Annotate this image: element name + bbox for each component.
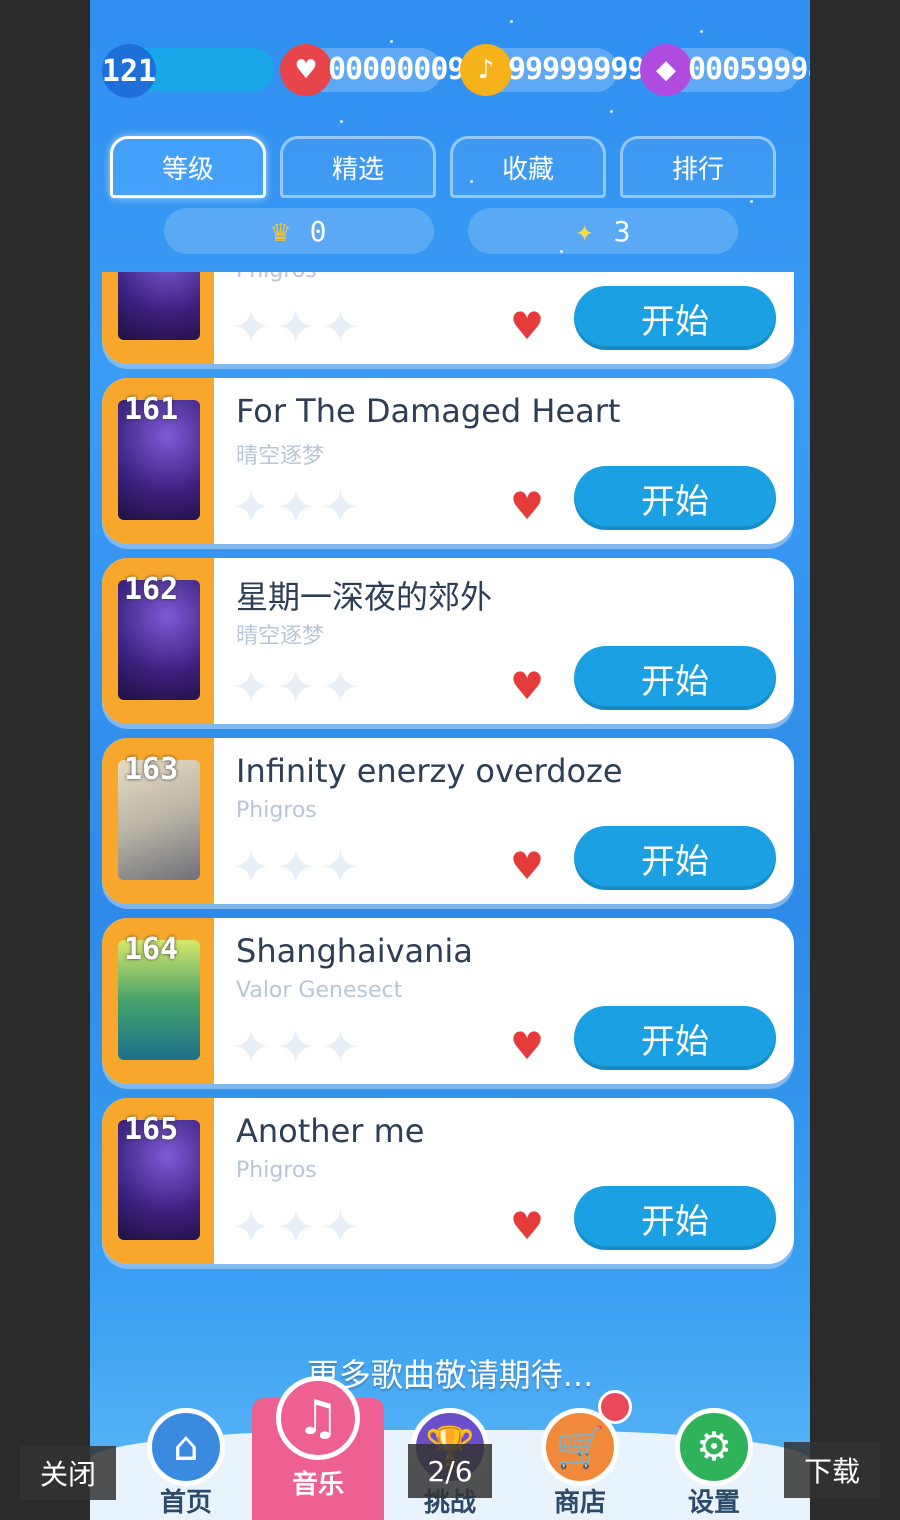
favorite-heart-icon[interactable]: ♥ [510,1024,544,1068]
song-card: Phigros ✦✦✦ ♥ 开始 [102,272,794,364]
song-artist: Valor Genesect [236,978,403,1003]
hearts-counter[interactable]: ♥ 00000009 [280,44,465,96]
song-card: 161 For The Damaged Heart 晴空逐梦 ✦✦✦ ♥ 开始 [102,378,794,544]
page-indicator: 2/6 [408,1444,492,1498]
song-artist: Phigros [236,798,317,823]
download-button[interactable]: 下载 [784,1442,880,1498]
diamond-icon: ◆ [640,44,692,96]
tab-favorites[interactable]: 收藏 [450,136,606,198]
start-button[interactable]: 开始 [574,1186,776,1250]
tab-featured[interactable]: 精选 [280,136,436,198]
home-icon: ⌂ [147,1408,225,1486]
tab-level[interactable]: 等级 [110,136,266,198]
favorite-heart-icon[interactable]: ♥ [510,304,544,348]
song-artist: Phigros [236,272,317,283]
song-card: 164 Shanghaivania Valor Genesect ✦✦✦ ♥ 开… [102,918,794,1084]
notes-counter[interactable]: ♪ 99999999 [460,44,645,96]
song-title: Another me [236,1112,425,1150]
nav-settings[interactable]: ⚙ 设置 [664,1408,764,1519]
song-number: 164 [124,932,179,967]
rating-stars: ✦✦✦ [232,300,366,354]
song-title: 星期一深夜的郊外 [236,578,493,616]
rating-stars: ✦✦✦ [232,480,366,534]
song-artist: Phigros [236,1158,317,1183]
favorite-heart-icon[interactable]: ♥ [510,484,544,528]
sparkle-icon: ✦ [575,213,594,249]
diamonds-counter[interactable]: ◆ 00059998 [640,44,810,96]
notification-dot [598,1390,632,1424]
crown-counter: ♛ 0 [164,208,434,254]
song-title: Infinity enerzy overdoze [236,752,623,790]
close-button[interactable]: 关闭 [20,1446,116,1500]
music-note-icon: ♪ [460,44,512,96]
nav-music[interactable]: ♫ 音乐 [252,1376,384,1520]
song-title: Shanghaivania [236,932,473,970]
song-number: 161 [124,392,179,427]
gear-icon: ⚙ [675,1408,753,1486]
favorite-heart-icon[interactable]: ♥ [510,664,544,708]
favorite-heart-icon[interactable]: ♥ [510,844,544,888]
level-badge: 121 [102,44,156,98]
song-card: 162 星期一深夜的郊外 晴空逐梦 ✦✦✦ ♥ 开始 [102,558,794,724]
music-note-icon: ♫ [276,1376,360,1460]
start-button[interactable]: 开始 [574,286,776,350]
song-card: 163 Infinity enerzy overdoze Phigros ✦✦✦… [102,738,794,904]
song-number: 162 [124,572,179,607]
more-songs-notice: 更多歌曲敬请期待... [306,1356,594,1394]
nav-shop[interactable]: 🛒 商店 [530,1408,630,1519]
start-button[interactable]: 开始 [574,1006,776,1070]
rating-stars: ✦✦✦ [232,1020,366,1074]
song-card: 165 Another me Phigros ✦✦✦ ♥ 开始 [102,1098,794,1264]
song-artist: 晴空逐梦 [236,624,325,649]
start-button[interactable]: 开始 [574,826,776,890]
song-number: 163 [124,752,179,787]
nav-home[interactable]: ⌂ 首页 [136,1408,236,1519]
rating-stars: ✦✦✦ [232,1200,366,1254]
song-number: 165 [124,1112,179,1147]
heart-icon: ♥ [280,44,332,96]
song-artist: 晴空逐梦 [236,444,325,469]
song-title: For The Damaged Heart [236,392,621,430]
song-list[interactable]: Phigros ✦✦✦ ♥ 开始 161 For The Damaged Hea… [90,272,810,1302]
song-cover-image [118,272,200,340]
crown-icon: ♛ [271,213,290,249]
rating-stars: ✦✦✦ [232,840,366,894]
tab-ranking[interactable]: 排行 [620,136,776,198]
start-button[interactable]: 开始 [574,466,776,530]
game-screen: 121 ♥ 00000009 ♪ 99999999 ◆ 00059998 等级 … [90,0,810,1520]
favorite-heart-icon[interactable]: ♥ [510,1204,544,1248]
star-counter: ✦ 3 [468,208,738,254]
rating-stars: ✦✦✦ [232,660,366,714]
start-button[interactable]: 开始 [574,646,776,710]
